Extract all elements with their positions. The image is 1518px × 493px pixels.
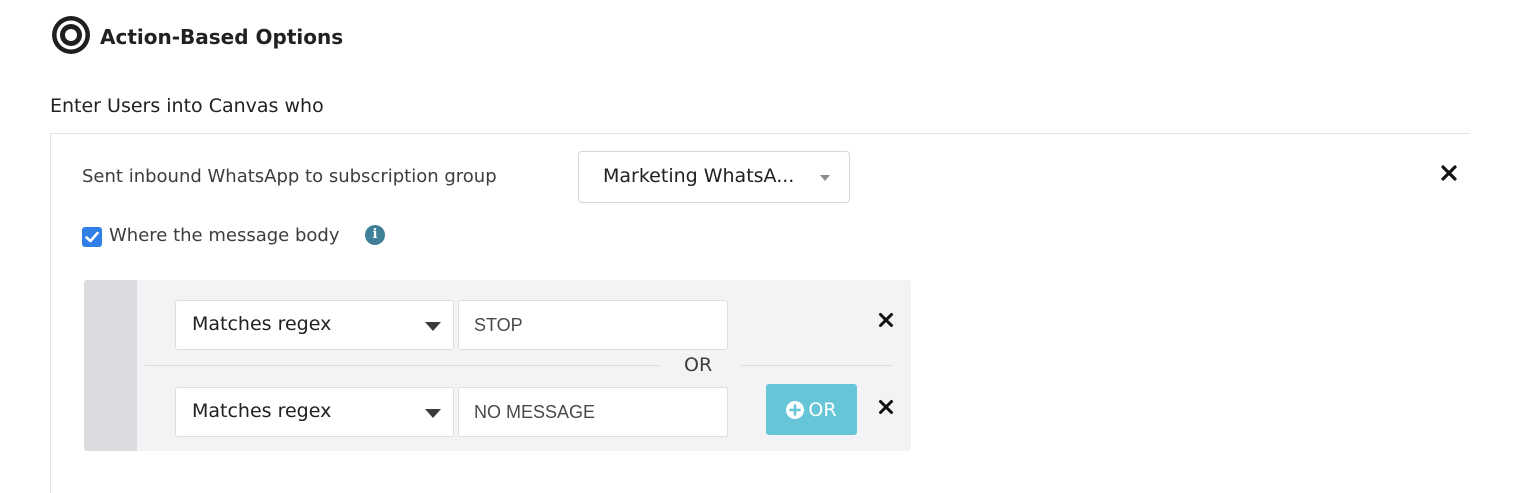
message-body-checkbox-label: Where the message body xyxy=(109,225,340,246)
info-icon[interactable]: i xyxy=(365,225,385,245)
regex-value-input-row-1[interactable] xyxy=(458,300,728,350)
trigger-description: Sent inbound WhatsApp to subscription gr… xyxy=(82,166,497,187)
target-icon xyxy=(50,14,92,56)
message-body-checkbox[interactable] xyxy=(82,227,102,247)
subscription-group-select[interactable]: Marketing WhatsA... xyxy=(578,151,850,203)
add-or-button[interactable]: OR xyxy=(766,384,857,435)
operator-value: Matches regex xyxy=(192,313,332,335)
section-title: Action-Based Options xyxy=(100,25,344,49)
add-or-label: OR xyxy=(808,398,837,421)
chevron-down-icon xyxy=(820,175,830,181)
operator-select-row-2[interactable]: Matches regex xyxy=(175,387,454,437)
filter-group-bar xyxy=(84,280,137,451)
caret-down-icon xyxy=(425,322,441,331)
checkmark-icon xyxy=(85,231,99,243)
subscription-group-value: Marketing WhatsA... xyxy=(603,165,795,187)
or-divider-right xyxy=(741,365,893,366)
operator-select-row-1[interactable]: Matches regex xyxy=(175,300,454,350)
regex-value-input-row-2[interactable] xyxy=(458,387,728,437)
remove-row-2-close-icon[interactable] xyxy=(877,398,895,416)
caret-down-icon xyxy=(425,409,441,418)
or-divider-left xyxy=(145,365,660,366)
remove-trigger-close-icon[interactable] xyxy=(1439,163,1459,183)
plus-circle-icon xyxy=(786,400,805,419)
section-header: Action-Based Options xyxy=(50,14,343,56)
remove-row-1-close-icon[interactable] xyxy=(877,311,895,329)
entry-criteria-label: Enter Users into Canvas who xyxy=(50,95,324,117)
or-separator-label: OR xyxy=(684,354,713,376)
operator-value: Matches regex xyxy=(192,400,332,422)
